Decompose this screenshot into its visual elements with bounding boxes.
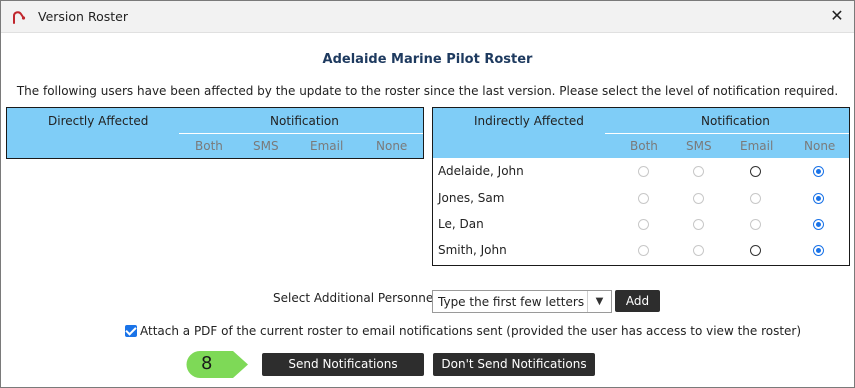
table-row: Adelaide, John <box>433 158 849 184</box>
title-bar: Version Roster ✕ <box>1 1 854 33</box>
step-badge-shape <box>186 351 248 378</box>
indirectly-affected-panel: Indirectly Affected Notification Both SM… <box>432 107 850 266</box>
row-name: Le, Dan <box>438 217 484 231</box>
header-divider <box>179 133 423 134</box>
additional-personnel-combobox[interactable]: Type the first few letters ▼ <box>432 290 612 313</box>
radio-sms <box>693 245 704 256</box>
table-row: Smith, John <box>433 237 849 263</box>
step-badge-icon <box>186 351 248 378</box>
indirectly-affected-table-header: Indirectly Affected Notification Both SM… <box>433 108 849 158</box>
row-name: Jones, Sam <box>438 191 505 205</box>
personnel-placeholder: Type the first few letters <box>438 295 585 309</box>
radio-email <box>750 219 761 230</box>
close-icon[interactable]: ✕ <box>829 7 845 25</box>
additional-personnel-label: Select Additional Personnel: <box>273 291 441 305</box>
radio-both <box>638 166 649 177</box>
roster-title: Adelaide Marine Pilot Roster <box>322 52 533 67</box>
notification-header: Notification <box>701 114 770 128</box>
radio-both <box>638 245 649 256</box>
pilot-hook-icon <box>13 11 26 24</box>
column-email: Email <box>740 139 774 153</box>
radio-sms <box>693 166 704 177</box>
attach-pdf-label: Attach a PDF of the current roster to em… <box>140 324 802 338</box>
indirectly-affected-header: Indirectly Affected <box>474 114 584 128</box>
column-none: None <box>804 139 836 153</box>
column-both: Both <box>630 139 658 153</box>
caret-down-icon[interactable]: ▼ <box>587 291 611 312</box>
send-notifications-button[interactable]: Send Notifications <box>262 353 424 376</box>
add-personnel-button[interactable]: Add <box>615 290 660 312</box>
radio-email[interactable] <box>750 245 761 256</box>
instructions-text: The following users have been affected b… <box>16 84 839 98</box>
radio-sms <box>693 219 704 230</box>
column-sms: SMS <box>686 139 712 153</box>
dont-send-notifications-button[interactable]: Don't Send Notifications <box>433 353 595 376</box>
radio-none[interactable] <box>813 193 824 204</box>
window-title: Version Roster <box>38 9 128 24</box>
radio-both <box>638 219 649 230</box>
notification-header: Notification <box>270 114 339 128</box>
attach-pdf-checkbox[interactable] <box>125 325 137 337</box>
radio-sms <box>693 193 704 204</box>
directly-affected-panel: Directly Affected Notification Both SMS … <box>6 107 424 159</box>
column-both: Both <box>195 139 223 153</box>
column-sms: SMS <box>253 139 279 153</box>
table-row: Le, Dan <box>433 211 849 237</box>
row-name: Adelaide, John <box>438 164 524 178</box>
header-divider <box>605 133 849 134</box>
radio-both <box>638 193 649 204</box>
column-none: None <box>376 139 408 153</box>
version-roster-dialog: Version Roster ✕ Adelaide Marine Pilot R… <box>0 0 855 388</box>
step-number: 8 <box>201 353 213 374</box>
row-name: Smith, John <box>438 243 507 257</box>
radio-none[interactable] <box>813 166 824 177</box>
table-row: Jones, Sam <box>433 185 849 211</box>
radio-none[interactable] <box>813 219 824 230</box>
radio-none[interactable] <box>813 245 824 256</box>
directly-affected-header: Directly Affected <box>48 114 149 128</box>
radio-email[interactable] <box>750 166 761 177</box>
radio-email <box>750 193 761 204</box>
column-email: Email <box>310 139 344 153</box>
